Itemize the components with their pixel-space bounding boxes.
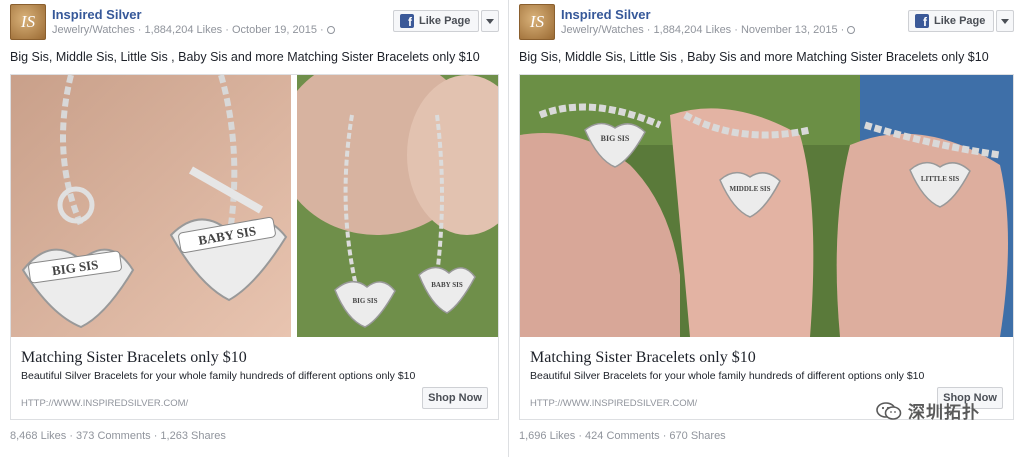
link-card[interactable]: BIG SIS BABY SIS BIG SIS BABY SIS Matchi… [10,74,499,420]
page-name-link[interactable]: Inspired Silver [52,7,142,22]
ad-image[interactable]: BIG SIS MIDDLE SIS LITTLE SIS [520,75,1013,337]
charm-label: BABY SIS [431,281,463,289]
page-name-link[interactable]: Inspired Silver [561,7,651,22]
likes-count[interactable]: 8,468 Likes [10,430,66,442]
bracelet-photo-2: BIG SIS BABY SIS [297,75,498,337]
logo-text: IS [529,12,545,31]
ad-headline[interactable]: Matching Sister Bracelets only $10 [21,349,247,367]
post-meta: Jewelry/Watches · 1,884,204 Likes · Nove… [561,24,856,36]
post-date[interactable]: October 19, 2015 [232,24,317,36]
ad-description: Beautiful Silver Bracelets for your whol… [21,370,416,382]
post-text: Big Sis, Middle Sis, Little Sis , Baby S… [10,50,480,64]
page-category: Jewelry/Watches [52,24,135,36]
like-page-button[interactable]: f Like Page [393,10,479,32]
post-meta: Jewelry/Watches · 1,884,204 Likes · Octo… [52,24,335,36]
ad-display-url[interactable]: HTTP://WWW.INSPIREDSILVER.COM/ [530,398,697,409]
link-card[interactable]: BIG SIS MIDDLE SIS LITTLE SIS Matching S… [519,74,1014,420]
post-date[interactable]: November 13, 2015 [741,24,838,36]
shares-count[interactable]: 670 Shares [669,430,725,442]
logo-text: IS [20,12,36,31]
page-likes: 1,884,204 Likes [144,24,223,36]
watermark-text: 深圳拓扑 [908,403,980,422]
page-category: Jewelry/Watches [561,24,644,36]
options-dropdown-button[interactable] [996,10,1014,32]
charm-label: BIG SIS [352,297,377,305]
ad-post-left: IS Inspired Silver Jewelry/Watches · 1,8… [0,0,510,457]
shares-count[interactable]: 1,263 Shares [160,430,225,442]
page-likes: 1,884,204 Likes [653,24,732,36]
card-footer: Matching Sister Bracelets only $10 Beaut… [11,337,498,419]
ad-description: Beautiful Silver Bracelets for your whol… [530,370,925,382]
globe-icon [326,26,335,34]
post-header: IS Inspired Silver Jewelry/Watches · 1,8… [519,4,1014,44]
ad-image[interactable]: BIG SIS BABY SIS BIG SIS BABY SIS [11,75,498,337]
page-logo[interactable]: IS [10,4,46,40]
charm-label: BIG SIS [601,134,630,143]
facebook-f-icon: f [915,14,929,28]
likes-count[interactable]: 1,696 Likes [519,430,575,442]
caret-down-icon [1001,18,1009,24]
globe-icon [847,26,856,34]
watermark: 深圳拓扑 [876,398,980,423]
page-logo[interactable]: IS [519,4,555,40]
ad-post-right: IS Inspired Silver Jewelry/Watches · 1,8… [508,0,1024,457]
post-text: Big Sis, Middle Sis, Little Sis , Baby S… [519,50,989,64]
caret-down-icon [486,18,494,24]
ad-display-url[interactable]: HTTP://WWW.INSPIREDSILVER.COM/ [21,398,188,409]
wechat-icon [876,401,902,420]
bracelet-photo-1: BIG SIS BABY SIS [11,75,291,337]
engagement-stats: 8,468 Likes · 373 Comments · 1,263 Share… [10,430,226,442]
comments-count[interactable]: 424 Comments [585,430,660,442]
charm-label: LITTLE SIS [921,175,959,183]
options-dropdown-button[interactable] [481,10,499,32]
charm-label: MIDDLE SIS [729,185,770,193]
like-page-label: Like Page [419,15,471,27]
like-page-button[interactable]: f Like Page [908,10,994,32]
post-header: IS Inspired Silver Jewelry/Watches · 1,8… [10,4,499,44]
shop-now-button[interactable]: Shop Now [422,387,488,409]
wrists-photo: BIG SIS MIDDLE SIS LITTLE SIS [520,75,1013,337]
like-page-label: Like Page [934,15,986,27]
facebook-f-icon: f [400,14,414,28]
engagement-stats: 1,696 Likes · 424 Comments · 670 Shares [519,430,726,442]
ad-headline[interactable]: Matching Sister Bracelets only $10 [530,349,756,367]
comments-count[interactable]: 373 Comments [76,430,151,442]
